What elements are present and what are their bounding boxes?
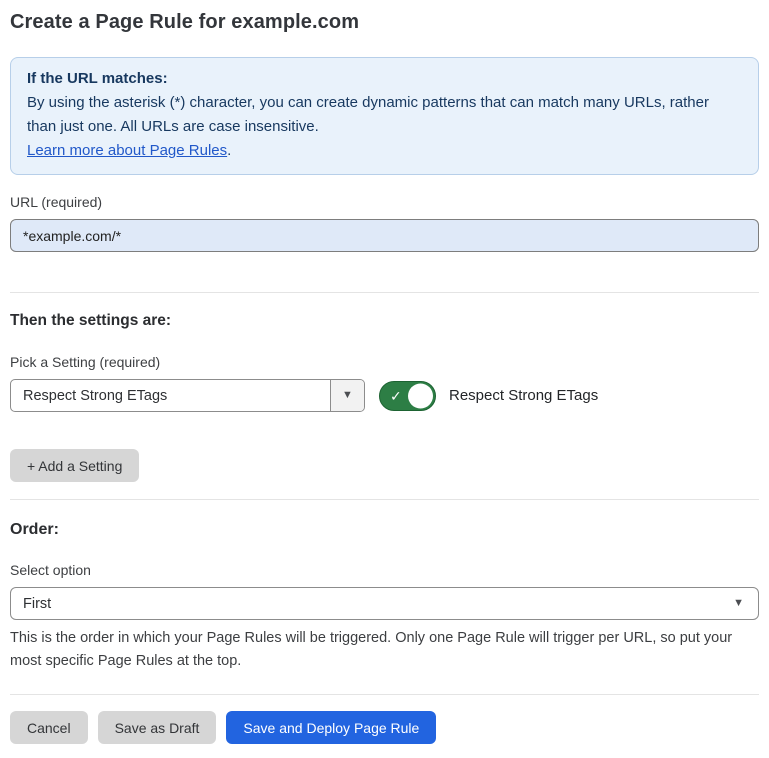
footer-actions: Cancel Save as Draft Save and Deploy Pag… xyxy=(10,711,759,744)
setting-toggle-label: Respect Strong ETags xyxy=(449,387,598,404)
order-select-value: First xyxy=(23,596,51,612)
footer-divider xyxy=(10,694,759,695)
chevron-down-icon: ▼ xyxy=(342,390,353,401)
save-and-deploy-button[interactable]: Save and Deploy Page Rule xyxy=(226,711,436,744)
settings-section-heading: Then the settings are: xyxy=(10,311,759,330)
section-divider xyxy=(10,292,759,293)
create-page-rule-form: Create a Page Rule for example.com If th… xyxy=(0,0,769,758)
setting-dropdown-value: Respect Strong ETags xyxy=(11,380,330,411)
pick-setting-label: Pick a Setting (required) xyxy=(10,354,759,371)
link-suffix: . xyxy=(227,142,231,159)
add-setting-button[interactable]: + Add a Setting xyxy=(10,449,139,482)
order-select[interactable]: First ▼ xyxy=(10,587,759,620)
url-input[interactable] xyxy=(10,219,759,252)
order-section-heading: Order: xyxy=(10,520,759,539)
url-field-label: URL (required) xyxy=(10,194,759,211)
info-box-link-line: Learn more about Page Rules. xyxy=(27,139,742,163)
save-as-draft-button[interactable]: Save as Draft xyxy=(98,711,217,744)
order-select-label: Select option xyxy=(10,562,759,579)
setting-row: Respect Strong ETags ▼ ✓ Respect Strong … xyxy=(10,379,759,412)
setting-dropdown-arrow-box[interactable]: ▼ xyxy=(330,380,364,411)
info-box-heading: If the URL matches: xyxy=(27,67,742,91)
toggle-knob xyxy=(408,383,433,408)
order-help-text: This is the order in which your Page Rul… xyxy=(10,627,759,673)
section-divider xyxy=(10,499,759,500)
chevron-down-icon: ▼ xyxy=(733,598,744,609)
cancel-button[interactable]: Cancel xyxy=(10,711,88,744)
learn-more-link[interactable]: Learn more about Page Rules xyxy=(27,142,227,159)
setting-toggle[interactable]: ✓ xyxy=(379,381,436,411)
page-title: Create a Page Rule for example.com xyxy=(10,10,759,34)
info-box-body: By using the asterisk (*) character, you… xyxy=(27,91,742,139)
setting-dropdown[interactable]: Respect Strong ETags ▼ xyxy=(10,379,365,412)
url-match-info-box: If the URL matches: By using the asteris… xyxy=(10,57,759,175)
check-icon: ✓ xyxy=(390,389,402,403)
